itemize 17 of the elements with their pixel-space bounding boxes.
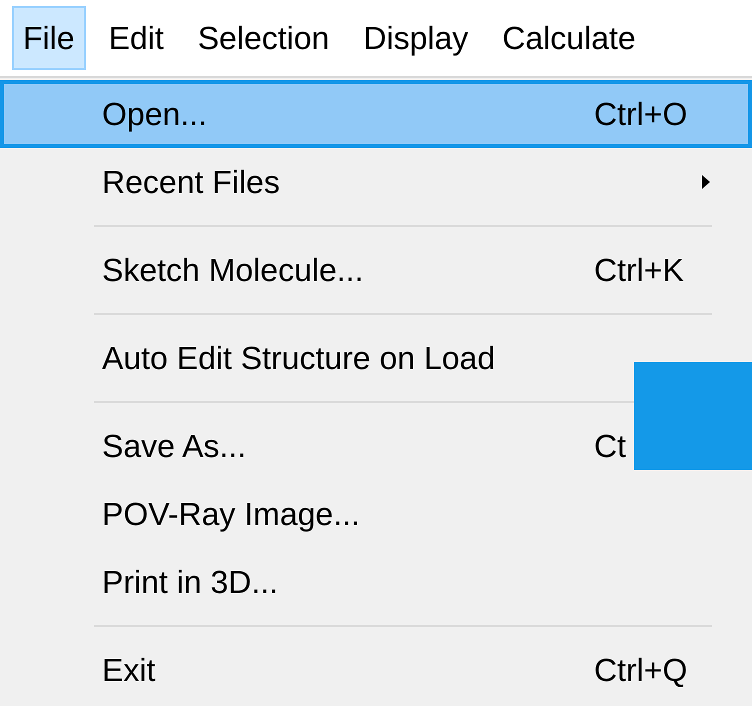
menu-item[interactable]: Print in 3D... [0, 548, 752, 616]
menu-item[interactable]: Exit Ctrl+Q [0, 636, 752, 704]
menu-item[interactable]: Sketch Molecule... Ctrl+K [0, 236, 752, 304]
menu-item[interactable]: Auto Edit Structure on Load [0, 324, 752, 392]
menu-bar-item[interactable]: Edit [98, 6, 175, 70]
shortcut-label: Ctrl+O [594, 96, 688, 132]
menu-bar-item[interactable]: Calculate [491, 6, 647, 70]
menu-bar-item[interactable]: Selection [186, 6, 340, 70]
shortcut-label: Ctrl+Q [594, 652, 688, 688]
menu-bar-item[interactable]: Display [352, 6, 480, 70]
menu-item[interactable]: Open... Ctrl+O [0, 80, 752, 148]
submenu-arrow-icon [700, 173, 712, 191]
menu-item[interactable]: POV-Ray Image... [0, 480, 752, 548]
shortcut-label: Ct [594, 428, 626, 464]
menu-bar-item[interactable]: File [12, 6, 86, 70]
menu-item[interactable]: Recent Files [0, 148, 752, 216]
shortcut-label: Ctrl+K [594, 252, 684, 288]
